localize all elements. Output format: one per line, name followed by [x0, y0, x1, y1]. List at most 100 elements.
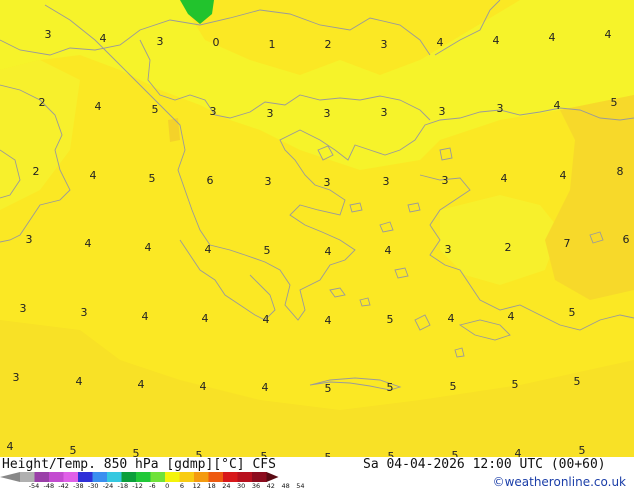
temperature-label: 4 — [262, 381, 269, 394]
temperature-label: 0 — [213, 36, 220, 49]
colorbar-tick: 36 — [251, 482, 261, 490]
temperature-label: 3 — [45, 28, 52, 41]
colorbar-tick: 18 — [207, 482, 216, 490]
valid-time: Sa 04-04-2026 12:00 UTC (00+60) — [363, 457, 606, 472]
temperature-label: 4 — [501, 172, 508, 185]
temperature-label: 2 — [33, 165, 40, 178]
temperature-label: 5 — [325, 382, 332, 395]
temperature-label: 6 — [623, 233, 630, 246]
colorbar-tick: -24 — [102, 482, 114, 490]
temperature-label: 8 — [617, 165, 624, 178]
temperature-label: 5 — [152, 103, 159, 116]
temperature-label: 4 — [145, 241, 152, 254]
colorbar-segment — [150, 472, 166, 482]
temperature-label: 5 — [574, 375, 581, 388]
colorbar-segment — [223, 472, 238, 482]
temperature-label: 5 — [611, 96, 618, 109]
colorbar-tick: 54 — [296, 482, 305, 490]
colorbar-segment — [136, 472, 151, 482]
temperature-label: 3 — [81, 306, 88, 319]
temperature-label: 4 — [325, 245, 332, 258]
temperature-label: 4 — [76, 375, 83, 388]
map-title: Height/Temp. 850 hPa [gdmp][°C] CFS — [2, 457, 276, 472]
temperature-label: 3 — [20, 302, 27, 315]
temperature-label: 4 — [85, 237, 92, 250]
colorbar-segment — [179, 472, 195, 482]
colorbar-tick: -6 — [149, 482, 156, 490]
temperature-label: 4 — [554, 99, 561, 112]
temperature-label: 4 — [560, 169, 567, 182]
temperature-label: 5 — [450, 380, 457, 393]
temperature-label: 3 — [497, 102, 504, 115]
temperature-label: 5 — [70, 444, 77, 457]
temperature-label: 4 — [202, 312, 209, 325]
temperature-label: 4 — [493, 34, 500, 47]
colorbar-tick: -48 — [43, 482, 55, 490]
temperature-label: 4 — [200, 380, 207, 393]
credit-link[interactable]: ©weatheronline.co.uk — [493, 475, 626, 489]
temperature-label: 2 — [39, 96, 46, 109]
temperature-label: 5 — [579, 444, 586, 457]
temperature-label: 3 — [26, 233, 33, 246]
colorbar-segment — [92, 472, 108, 482]
temperature-label: 3 — [442, 174, 449, 187]
temperature-label: 3 — [324, 107, 331, 120]
colorbar-tick: 42 — [266, 482, 275, 490]
temperature-label: 4 — [100, 32, 107, 45]
colorbar-segment — [78, 472, 93, 482]
temperature-label: 5 — [264, 244, 271, 257]
colorbar — [0, 472, 279, 482]
temperature-label: 4 — [385, 244, 392, 257]
colorbar-segment — [252, 472, 267, 482]
map-canvas: 3 4 3 0 1 2 3 4 4 4 4 2 4 5 3 3 3 3 3 3 4 5 2 4 5 6 3 3 3 3 4 4 8 3 4 4 4 5 4 4… — [0, 0, 634, 460]
temperature-label: 5 — [512, 378, 519, 391]
temperature-label: 4 — [142, 310, 149, 323]
temperature-label: 3 — [324, 176, 331, 189]
temperature-label: 4 — [605, 28, 612, 41]
temperature-label: 3 — [381, 38, 388, 51]
temperature-label: 1 — [269, 38, 276, 51]
temperature-label: 4 — [95, 100, 102, 113]
colorbar-tick: -12 — [132, 482, 143, 490]
colorbar-tick: -30 — [87, 482, 99, 490]
colorbar-segment — [49, 472, 64, 482]
colorbar-tick: 0 — [165, 482, 170, 490]
colorbar-tick: 12 — [192, 482, 201, 490]
colorbar-tick: -54 — [28, 482, 40, 490]
temperature-label: 4 — [448, 312, 455, 325]
colorbar-segment — [121, 472, 137, 482]
colorbar-tick: 30 — [237, 482, 246, 490]
temperature-label: 5 — [149, 172, 156, 185]
temperature-label: 5 — [387, 313, 394, 326]
colorbar-segment — [20, 472, 35, 482]
temperature-label: 5 — [387, 381, 394, 394]
colorbar-arrow-left — [0, 472, 20, 482]
temperature-label: 4 — [437, 36, 444, 49]
temperature-label: 2 — [505, 241, 512, 254]
colorbar-segment — [107, 472, 122, 482]
temperature-label: 3 — [381, 106, 388, 119]
temperature-label: 3 — [157, 35, 164, 48]
temperature-label: 4 — [205, 243, 212, 256]
temperature-label: 3 — [383, 175, 390, 188]
colorbar-segment — [63, 472, 79, 482]
colorbar-tick: 24 — [222, 482, 231, 490]
colorbar-segment — [208, 472, 224, 482]
temperature-label: 3 — [267, 107, 274, 120]
temperature-label: 4 — [7, 440, 14, 453]
temperature-label: 4 — [325, 314, 332, 327]
temperature-label: 6 — [207, 174, 214, 187]
colorbar-tick: -38 — [73, 482, 84, 490]
temperature-label: 3 — [210, 105, 217, 118]
temperature-label: 3 — [13, 371, 20, 384]
colorbar-segment — [194, 472, 209, 482]
temperature-label: 4 — [508, 310, 515, 323]
colorbar-tick: -18 — [117, 482, 129, 490]
colorbar-segment — [165, 472, 180, 482]
temperature-label: 4 — [263, 313, 270, 326]
temperature-label: 5 — [569, 306, 576, 319]
warm-spot — [168, 118, 180, 142]
temperature-label: 7 — [564, 237, 571, 250]
weather-map: 3 4 3 0 1 2 3 4 4 4 4 2 4 5 3 3 3 3 3 3 4 5 2 4 5 6 3 3 3 3 4 4 8 3 4 4 4 5 4 4… — [0, 0, 634, 460]
colorbar-segment — [34, 472, 50, 482]
